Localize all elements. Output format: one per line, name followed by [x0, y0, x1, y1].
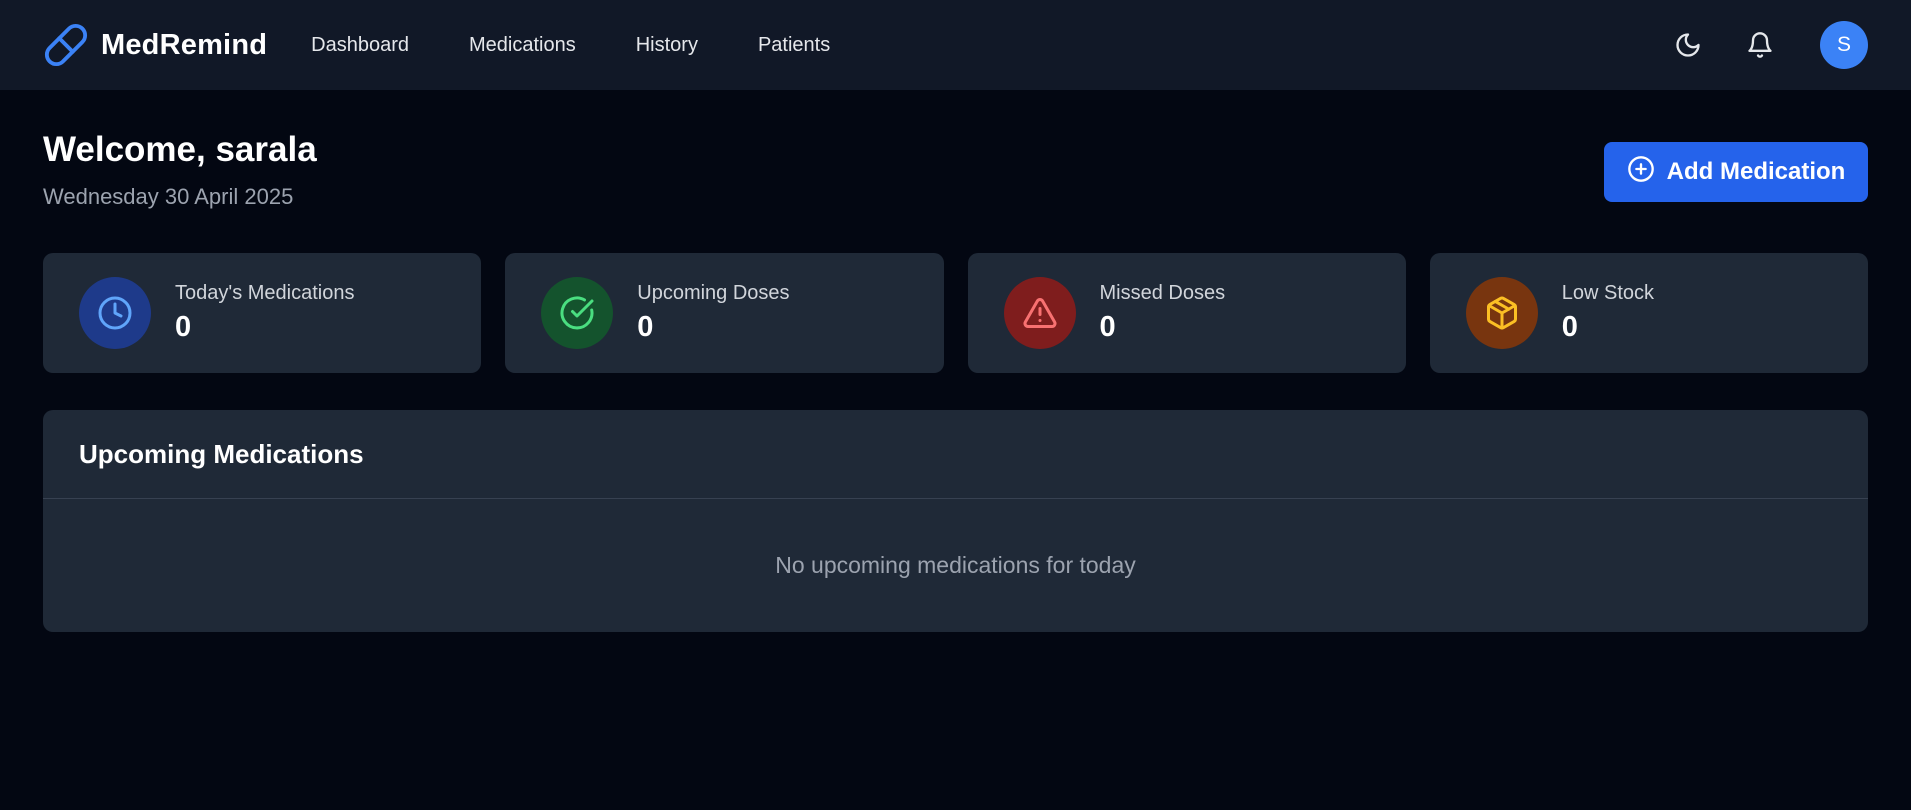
empty-state: No upcoming medications for today [775, 551, 1136, 578]
nav-item-patients[interactable]: Patients [728, 26, 860, 65]
welcome-text: Welcome, sarala Wednesday 30 April 2025 [43, 130, 317, 210]
nav-item-medications[interactable]: Medications [439, 26, 606, 65]
stat-card-low-stock[interactable]: Low Stock 0 [1429, 253, 1868, 373]
add-medication-button[interactable]: Add Medication [1604, 142, 1868, 202]
stat-label: Missed Doses [1099, 282, 1226, 304]
moon-icon[interactable] [1670, 27, 1706, 63]
brand-name: MedRemind [101, 28, 268, 61]
panel-title: Upcoming Medications [79, 438, 364, 469]
header-actions: S [1670, 21, 1868, 69]
avatar[interactable]: S [1820, 21, 1868, 69]
add-medication-label: Add Medication [1666, 158, 1846, 185]
stat-label: Upcoming Doses [637, 282, 790, 304]
stat-label: Today's Medications [175, 282, 355, 304]
pill-icon [43, 22, 89, 68]
nav-item-history[interactable]: History [606, 26, 728, 65]
nav-item-dashboard[interactable]: Dashboard [311, 26, 439, 65]
package-icon [1465, 277, 1538, 349]
stats-row: Today's Medications 0 Upcoming Doses 0 M… [43, 253, 1868, 373]
top-navbar: MedRemind Dashboard Medications History … [0, 0, 1911, 90]
stat-value: 0 [1099, 311, 1116, 343]
clock-icon [79, 277, 151, 349]
current-date: Wednesday 30 April 2025 [43, 184, 294, 209]
stat-card-upcoming-doses[interactable]: Upcoming Doses 0 [505, 253, 944, 373]
bell-icon[interactable] [1742, 27, 1778, 63]
upcoming-medications-panel: Upcoming Medications No upcoming medicat… [43, 410, 1868, 632]
alert-triangle-icon [1003, 277, 1076, 349]
main-nav: Dashboard Medications History Patients [311, 26, 860, 65]
stat-text: Low Stock 0 [1562, 282, 1654, 344]
plus-circle-icon [1627, 155, 1655, 190]
brand[interactable]: MedRemind [43, 22, 267, 68]
panel-header: Upcoming Medications [43, 410, 1868, 499]
stat-text: Today's Medications 0 [175, 282, 354, 344]
stat-value: 0 [1561, 311, 1578, 343]
stat-label: Low Stock [1561, 282, 1655, 304]
stat-text: Upcoming Doses 0 [637, 282, 789, 344]
welcome-header: Welcome, sarala Wednesday 30 April 2025 … [43, 130, 1868, 210]
stat-value: 0 [637, 311, 654, 343]
stat-card-missed-doses[interactable]: Missed Doses 0 [967, 253, 1406, 373]
check-circle-icon [541, 277, 614, 349]
page-title: Welcome, sarala [43, 130, 317, 169]
stat-text: Missed Doses 0 [1100, 282, 1226, 344]
stat-value: 0 [175, 311, 192, 343]
stat-card-todays-medications[interactable]: Today's Medications 0 [43, 253, 482, 373]
